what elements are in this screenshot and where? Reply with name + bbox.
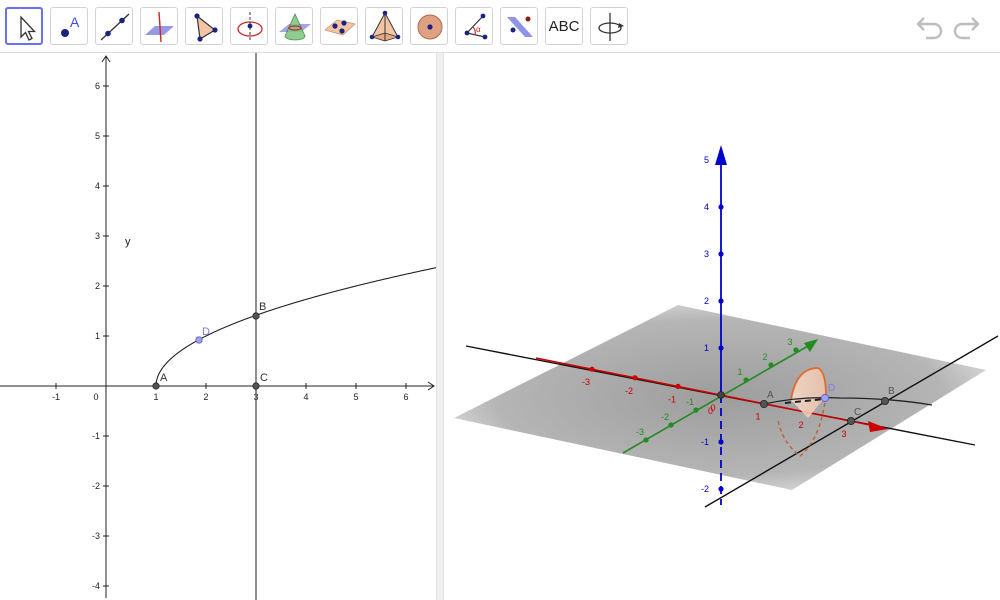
z-tick-label: 3 [704, 249, 709, 259]
y-tick-label: -4 [92, 581, 100, 591]
point-c-label: C [260, 372, 268, 384]
point-d-3d[interactable] [820, 393, 830, 403]
y-tick-label-3d: -1 [686, 397, 694, 407]
point-tool-label: A [70, 14, 80, 30]
cursor-arrow-icon [20, 15, 36, 41]
point-icon: A [61, 14, 80, 37]
graphics-view-3d[interactable]: 5 4 3 2 1 -1 -2 -3 -2 -1 0 1 2 3 -3 -2 -1 1 2 3 0 A B C D [444, 53, 1000, 600]
y-tick-label-3d: -3 [636, 427, 644, 437]
angle-icon: α [464, 13, 488, 40]
z-tick-label: 1 [704, 343, 709, 353]
y-tick-label: -3 [92, 531, 100, 541]
z-tick-label: 4 [704, 202, 709, 212]
intersect-surfaces-icon [279, 13, 311, 41]
move-tool-button[interactable] [5, 7, 43, 45]
polygon-icon [194, 13, 218, 42]
origin-label: 0 [708, 406, 713, 416]
x-tick-label: 0 [93, 392, 98, 402]
x-tick-label-3d: -2 [625, 386, 633, 396]
point-c[interactable] [252, 382, 260, 390]
undo-icon[interactable] [914, 10, 946, 42]
z-tick-label: -2 [701, 484, 709, 494]
point-a-label: A [160, 372, 168, 384]
y-tick-label: 2 [95, 281, 100, 291]
z-tick-label: 2 [704, 296, 709, 306]
polygon-tool-button[interactable] [185, 7, 223, 45]
y-tick-label-3d: 1 [737, 367, 742, 377]
redo-icon[interactable] [950, 10, 982, 42]
line-icon [100, 13, 130, 41]
point-b-3d-label: B [888, 386, 895, 397]
point-d-label: D [202, 326, 210, 338]
circle-axis-icon [237, 12, 263, 42]
graphics-view-2d[interactable]: -10123456 654321-1-2-3-4 y A B C D [0, 53, 436, 600]
point-b-3d[interactable] [881, 396, 890, 405]
perpendicular-line-icon [145, 11, 174, 43]
point-a[interactable] [152, 382, 160, 390]
point-a-3d[interactable] [760, 399, 769, 408]
rotate-view-tool-button[interactable] [590, 7, 628, 45]
y-tick-label: 4 [95, 181, 100, 191]
pyramid-icon [369, 10, 401, 42]
x-tick-label: -1 [52, 392, 60, 402]
plane-through-points-tool-button[interactable] [320, 7, 358, 45]
plane-points-icon [324, 19, 356, 36]
view-divider[interactable] [436, 53, 444, 600]
sphere-icon [417, 14, 443, 40]
y-axis [101, 55, 111, 598]
point-c-3d[interactable] [847, 416, 856, 425]
perpendicular-line-tool-button[interactable] [140, 7, 178, 45]
y-tick-label-3d: -2 [661, 412, 669, 422]
pyramid-tool-button[interactable] [365, 7, 403, 45]
point-tool-button[interactable]: A [50, 7, 88, 45]
point-c-3d-label: C [854, 407, 861, 418]
angle-tool-button[interactable]: α [455, 7, 493, 45]
y-tick-label: -1 [92, 431, 100, 441]
x-tick-label: 6 [403, 392, 408, 402]
x-tick-label-3d: 3 [841, 429, 846, 439]
sqrt-curve[interactable] [155, 266, 436, 386]
x-tick-label-3d: -3 [582, 377, 590, 387]
x-tick-label: 1 [153, 392, 158, 402]
svg-text:α: α [476, 25, 481, 34]
point-d-3d-label: D [828, 383, 835, 394]
sphere-tool-button[interactable] [410, 7, 448, 45]
intersect-curve-tool-button[interactable] [275, 7, 313, 45]
x-tick-label: 4 [303, 392, 308, 402]
reflect-about-plane-icon [507, 16, 533, 37]
line-tool-button[interactable] [95, 7, 133, 45]
rotate-view-icon [598, 13, 624, 41]
y-tick-label: 6 [95, 81, 100, 91]
y-tick-label-3d: 3 [787, 337, 792, 347]
origin-point[interactable] [717, 391, 725, 399]
text-tool-label: ABC [548, 17, 580, 35]
y-tick-label: -2 [92, 481, 100, 491]
toolbar: A α ABC [0, 0, 1000, 53]
circle-tool-button[interactable] [230, 7, 268, 45]
point-b-label: B [259, 301, 266, 313]
y-axis-label: y [125, 236, 131, 248]
reflect-tool-button[interactable] [500, 7, 538, 45]
x-tick-label-3d: 1 [755, 412, 760, 422]
point-b[interactable] [252, 312, 260, 320]
y-tick-label: 3 [95, 231, 100, 241]
z-tick-label: 5 [704, 155, 709, 165]
y-tick-label: 5 [95, 131, 100, 141]
y-tick-label-3d: 2 [762, 352, 767, 362]
x-tick-label: 2 [203, 392, 208, 402]
z-tick-label: -1 [701, 437, 709, 447]
x-tick-label-3d: -1 [668, 394, 676, 404]
text-tool-button[interactable]: ABC [545, 7, 583, 45]
x-tick-label-3d: 2 [798, 420, 803, 430]
x-tick-label: 5 [353, 392, 358, 402]
x-axis [0, 381, 435, 391]
point-a-3d-label: A [767, 390, 774, 401]
y-tick-label: 1 [95, 331, 100, 341]
